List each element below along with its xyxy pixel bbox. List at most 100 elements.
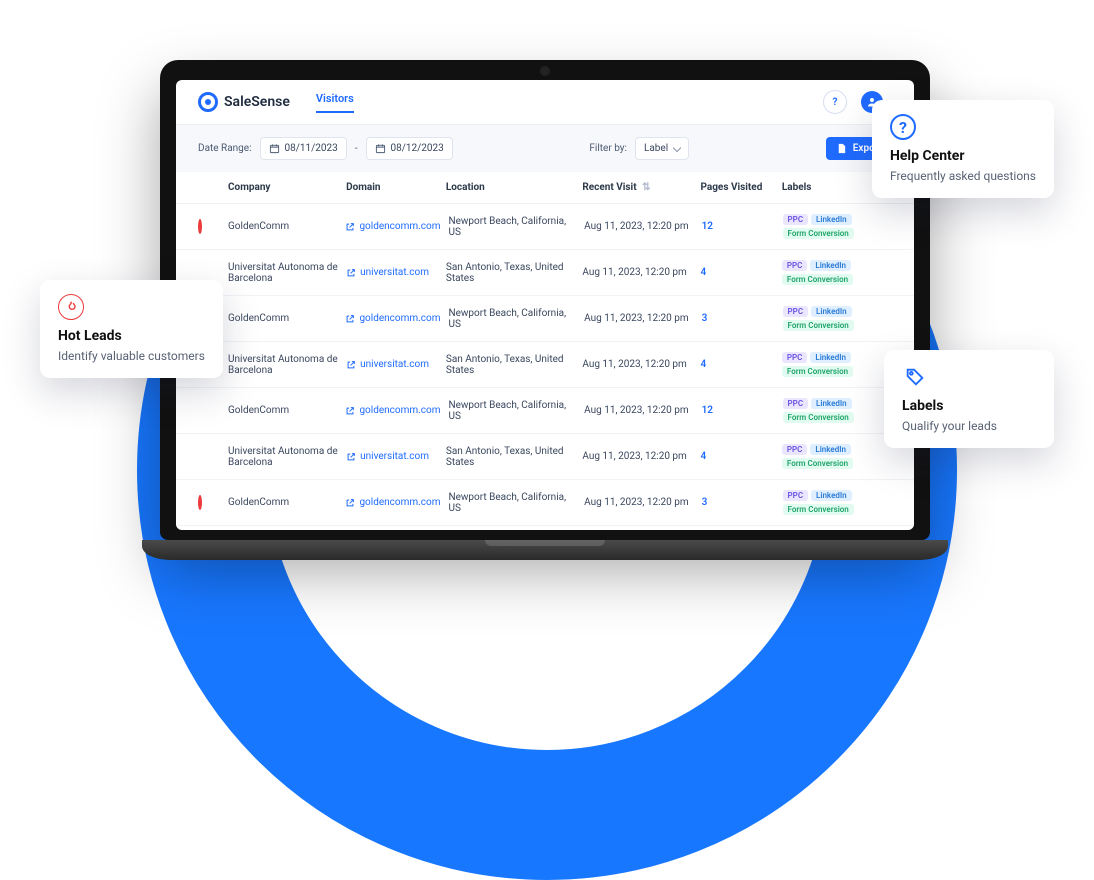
callout-title: Labels [902, 398, 1036, 414]
cell-domain-link[interactable]: goldencomm.com [345, 497, 440, 508]
callout-sub: Identify valuable customers [58, 348, 205, 364]
date-to-input[interactable]: 08/12/2023 [366, 137, 453, 160]
cell-domain-link[interactable]: universitat.com [346, 359, 438, 370]
cell-location: Newport Beach, California, US [448, 492, 576, 514]
cell-recent-visit: Aug 11, 2023, 12:20 pm [584, 405, 693, 416]
table-row[interactable]: Universitat Autonoma de Barcelona univers… [176, 342, 914, 388]
cell-pages-visited[interactable]: 12 [702, 405, 775, 416]
label-linkedin[interactable]: LinkedIn [810, 260, 851, 271]
table-row[interactable]: GoldenCommgoldencomm.comNewport Beach, C… [176, 480, 914, 526]
th-domain[interactable]: Domain [346, 182, 438, 193]
external-link-icon [346, 268, 356, 278]
visitors-table: Company Domain Location Recent Visit ⇅ P… [176, 172, 914, 530]
table-row[interactable]: Universitat Autonoma de Barcelonaunivers… [176, 526, 914, 530]
label-ppc[interactable]: PPC [783, 490, 809, 501]
label-ppc[interactable]: PPC [782, 260, 808, 271]
hot-lead-icon [198, 495, 202, 510]
cell-labels: PPCLinkedIn Form Conversion [783, 398, 892, 423]
callout-title: Hot Leads [58, 328, 205, 344]
label-linkedin[interactable]: LinkedIn [811, 214, 852, 225]
cell-pages-visited[interactable]: 4 [700, 451, 773, 462]
cell-labels: PPCLinkedIn Form Conversion [782, 260, 892, 285]
callout-labels: Labels Qualify your leads [884, 350, 1054, 448]
cell-recent-visit: Aug 11, 2023, 12:20 pm [584, 313, 693, 324]
app-screen: SaleSense Visitors ? Date [176, 80, 914, 530]
cell-pages-visited[interactable]: 3 [702, 497, 775, 508]
cell-recent-visit: Aug 11, 2023, 12:20 pm [582, 359, 692, 370]
label-ppc[interactable]: PPC [782, 444, 808, 455]
label-linkedin[interactable]: LinkedIn [811, 490, 852, 501]
brand-name: SaleSense [224, 94, 290, 110]
th-location[interactable]: Location [446, 182, 574, 193]
label-form-conversion[interactable]: Form Conversion [783, 228, 854, 239]
label-ppc[interactable]: PPC [783, 398, 809, 409]
callout-title: Help Center [890, 148, 1036, 164]
table-row[interactable]: GoldenComm goldencomm.com Newport Beach, C… [176, 296, 914, 342]
external-link-icon [346, 452, 356, 462]
table-row[interactable]: GoldenCommgoldencomm.comNewport Beach, C… [176, 388, 914, 434]
external-link-icon [345, 406, 355, 416]
tab-visitors[interactable]: Visitors [316, 92, 354, 113]
label-linkedin[interactable]: LinkedIn [810, 352, 851, 363]
label-ppc[interactable]: PPC [783, 214, 809, 225]
tag-icon [902, 364, 928, 390]
label-form-conversion[interactable]: Form Conversion [782, 458, 853, 469]
external-link-icon [346, 360, 356, 370]
label-linkedin[interactable]: LinkedIn [811, 398, 852, 409]
cell-labels: PPCLinkedIn Form Conversion [782, 352, 892, 377]
cell-location: Newport Beach, California, US [448, 308, 576, 330]
filter-select[interactable]: Label [635, 137, 689, 160]
label-ppc[interactable]: PPC [783, 306, 809, 317]
cell-recent-visit: Aug 11, 2023, 12:20 pm [582, 267, 692, 278]
document-icon [836, 143, 847, 154]
calendar-icon [269, 143, 280, 154]
help-button[interactable]: ? [823, 90, 847, 114]
cell-company: GoldenComm [228, 313, 337, 324]
external-link-icon [345, 222, 355, 232]
label-ppc[interactable]: PPC [782, 352, 808, 363]
brand-logo-icon [198, 92, 218, 112]
table-row[interactable]: Universitat Autonoma de Barcelona univers… [176, 434, 914, 480]
label-form-conversion[interactable]: Form Conversion [782, 366, 853, 377]
cell-company: Universitat Autonoma de Barcelona [228, 446, 338, 468]
cell-pages-visited[interactable]: 12 [702, 221, 775, 232]
label-form-conversion[interactable]: Form Conversion [783, 504, 854, 515]
cell-pages-visited[interactable]: 4 [700, 359, 773, 370]
cell-company: Universitat Autonoma de Barcelona [228, 262, 338, 284]
cell-domain-link[interactable]: goldencomm.com [345, 313, 440, 324]
cell-company: GoldenComm [228, 221, 337, 232]
cell-pages-visited[interactable]: 3 [702, 313, 775, 324]
table-row[interactable]: GoldenComm goldencomm.com Newport Beach, C… [176, 204, 914, 250]
cell-pages-visited[interactable]: 4 [700, 267, 773, 278]
callout-hot-leads: Hot Leads Identify valuable customers [40, 280, 223, 378]
cell-company: Universitat Autonoma de Barcelona [228, 354, 338, 376]
external-link-icon [345, 314, 355, 324]
question-icon: ? [890, 114, 916, 140]
label-linkedin[interactable]: LinkedIn [811, 306, 852, 317]
table-row[interactable]: Universitat Autonoma de Barcelona univers… [176, 250, 914, 296]
date-from-input[interactable]: 08/11/2023 [260, 137, 347, 160]
label-linkedin[interactable]: LinkedIn [810, 444, 851, 455]
cell-domain-link[interactable]: universitat.com [346, 267, 438, 278]
cell-domain-link[interactable]: universitat.com [346, 451, 438, 462]
cell-location: Newport Beach, California, US [448, 216, 576, 238]
brand[interactable]: SaleSense [198, 92, 290, 112]
label-form-conversion[interactable]: Form Conversion [783, 412, 854, 423]
cell-domain-link[interactable]: goldencomm.com [345, 221, 440, 232]
cell-domain-link[interactable]: goldencomm.com [345, 405, 440, 416]
th-company[interactable]: Company [228, 182, 338, 193]
chevron-down-icon [673, 143, 681, 151]
external-link-icon [345, 498, 355, 508]
hot-lead-icon [198, 219, 202, 234]
date-range-label: Date Range: [198, 143, 252, 154]
th-pages-visited[interactable]: Pages Visited [700, 182, 773, 193]
label-form-conversion[interactable]: Form Conversion [782, 274, 853, 285]
flame-icon [58, 294, 84, 320]
th-recent-visit[interactable]: Recent Visit ⇅ [582, 182, 692, 193]
callout-help-center: ? Help Center Frequently asked questions [872, 100, 1054, 198]
cell-recent-visit: Aug 11, 2023, 12:20 pm [584, 221, 693, 232]
cell-location: San Antonio, Texas, United States [446, 354, 574, 376]
label-form-conversion[interactable]: Form Conversion [783, 320, 854, 331]
cell-location: Newport Beach, California, US [448, 400, 576, 422]
laptop-frame: SaleSense Visitors ? Date [160, 60, 930, 560]
